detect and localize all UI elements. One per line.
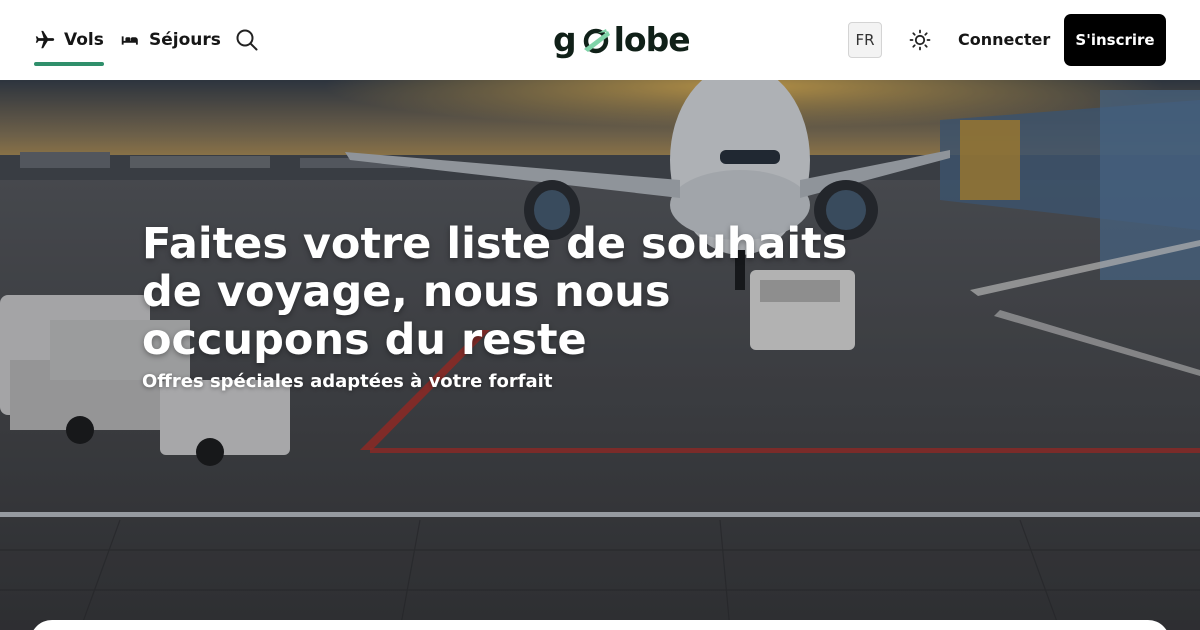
active-tab-indicator: [34, 62, 104, 66]
nav-tab-flights-label: Vols: [64, 30, 104, 50]
bed-icon: [121, 36, 138, 45]
theme-toggle-button[interactable]: [908, 28, 932, 52]
hero-title: Faites votre liste de souhaits de voyage…: [142, 219, 848, 365]
signup-button-label: S'inscrire: [1075, 31, 1155, 49]
nav-tab-stays[interactable]: Séjours: [119, 0, 221, 80]
search-card: [30, 620, 1170, 630]
logo-plane-mark: [583, 28, 610, 54]
login-link[interactable]: Connecter: [958, 28, 1050, 52]
search-icon: [236, 29, 258, 51]
logo-text-start: g: [553, 19, 577, 59]
hero-subtitle: Offres spéciales adaptées à votre forfai…: [142, 371, 553, 392]
top-navigation-bar: Vols Séjours g lobe FR Connecter S'inscr…: [0, 0, 1200, 80]
signup-button[interactable]: S'inscrire: [1064, 14, 1166, 66]
nav-tab-flights[interactable]: Vols: [34, 0, 104, 80]
language-selector[interactable]: FR: [848, 22, 882, 58]
hero-banner: Faites votre liste de souhaits de voyage…: [0, 80, 1200, 630]
language-label: FR: [855, 31, 875, 49]
airplane-icon: [35, 30, 55, 49]
logo-text-end: lobe: [613, 19, 691, 59]
search-button[interactable]: [234, 27, 260, 53]
nav-tab-stays-label: Séjours: [149, 30, 221, 50]
golobe-logo[interactable]: g lobe: [553, 16, 691, 62]
sun-icon: [909, 29, 931, 51]
